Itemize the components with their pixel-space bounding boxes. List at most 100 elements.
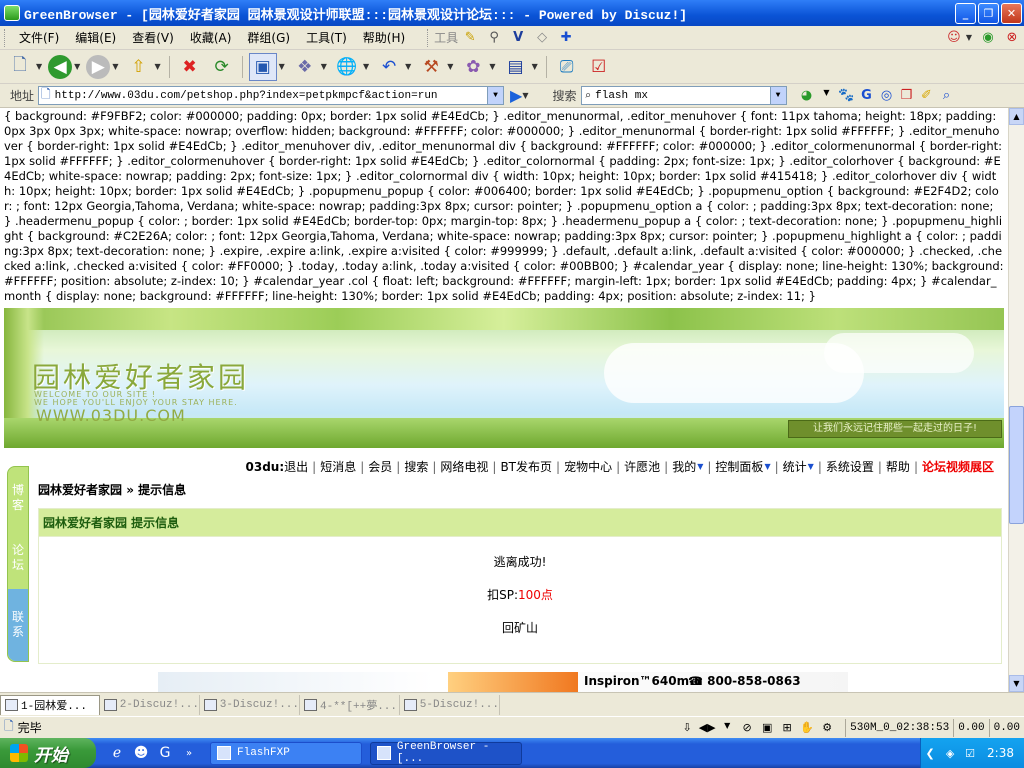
- nav-help[interactable]: 帮助: [886, 458, 910, 475]
- chevron-down-icon[interactable]: ▼: [112, 62, 118, 71]
- globe-icon[interactable]: 🌐: [333, 53, 361, 81]
- chevron-down-icon[interactable]: ▼: [321, 62, 327, 71]
- address-input[interactable]: 🗋 http://www.03du.com/petshop.php?index=…: [38, 86, 505, 105]
- side-tab-contact[interactable]: 联系: [8, 589, 28, 661]
- stop-icon[interactable]: ✖: [176, 53, 204, 81]
- nav-video-gallery[interactable]: 论坛视频展区: [922, 458, 994, 475]
- highlighter-icon[interactable]: ✐: [917, 88, 937, 103]
- chevron-down-icon[interactable]: ▼: [966, 33, 972, 42]
- eraser-icon[interactable]: ◇: [533, 29, 551, 47]
- nav-control-panel[interactable]: 控制面板: [715, 458, 763, 475]
- popup-block-icon[interactable]: ⊘: [737, 721, 757, 734]
- vertical-scrollbar[interactable]: ▲ ▼: [1008, 108, 1024, 692]
- window-icon[interactable]: ▣: [757, 721, 777, 734]
- filter-icon[interactable]: ⚲: [485, 29, 503, 47]
- plus-icon[interactable]: ✚: [557, 29, 575, 47]
- find-icon[interactable]: ⌕: [937, 88, 957, 103]
- ring-icon[interactable]: ◎: [877, 88, 897, 103]
- site-banner[interactable]: 园林爱好者家园 WELCOME TO OUR SITE ! WE HOPE YO…: [4, 308, 1004, 448]
- new-page-icon[interactable]: 🗋: [6, 53, 34, 81]
- page-viewport[interactable]: { background: #F9FBF2; color: #000000; p…: [0, 108, 1008, 692]
- chevron-down-icon[interactable]: ▼: [36, 62, 42, 71]
- back-icon[interactable]: ◀: [48, 54, 73, 79]
- user-icon[interactable]: ☺: [945, 29, 963, 47]
- nav-settings[interactable]: 系统设置: [826, 458, 874, 475]
- advertisement[interactable]: Inspiron™640m-n ☎ 800-858-0863: [158, 672, 848, 692]
- start-button[interactable]: 开始: [0, 738, 96, 768]
- sound-icon[interactable]: ◀▶: [697, 721, 717, 734]
- network-icon[interactable]: ◈: [941, 745, 959, 761]
- lock-icon[interactable]: ⊞: [777, 721, 797, 734]
- nav-my[interactable]: 我的: [672, 458, 696, 475]
- menu-help[interactable]: 帮助(H): [355, 29, 413, 46]
- search-input[interactable]: ⌕ flash mx ▼: [580, 86, 787, 105]
- nav-bt[interactable]: BT发布页: [500, 458, 552, 475]
- home-icon[interactable]: ▣: [248, 52, 277, 81]
- pen-icon[interactable]: ✎: [461, 29, 479, 47]
- chevron-down-icon[interactable]: ▼: [74, 62, 80, 71]
- chevron-down-icon[interactable]: ▼: [522, 91, 528, 100]
- menu-tools[interactable]: 工具(T): [298, 29, 355, 46]
- toolbar-grip[interactable]: [4, 28, 7, 47]
- chevron-down-icon[interactable]: ▼: [154, 62, 160, 71]
- chevron-down-icon[interactable]: ▼: [487, 87, 504, 104]
- browser-tab[interactable]: 2-Discuz!...: [100, 694, 200, 715]
- chevron-down-icon[interactable]: ▼: [279, 62, 285, 71]
- search-value[interactable]: flash mx: [591, 90, 769, 102]
- browser-tab[interactable]: 1-园林爱...: [0, 694, 100, 715]
- nav-members[interactable]: 会员: [368, 458, 392, 475]
- maximize-button[interactable]: ❐: [978, 2, 999, 24]
- scroll-down-icon[interactable]: ▼: [1009, 675, 1024, 692]
- chevron-down-icon[interactable]: ▼: [817, 88, 837, 103]
- nav-logout[interactable]: 退出: [284, 458, 308, 475]
- minimize-button[interactable]: _: [955, 2, 976, 24]
- forward-icon[interactable]: ▶: [86, 54, 111, 79]
- palette-icon[interactable]: ✿: [459, 53, 487, 81]
- browser-tab[interactable]: 4-**[++夢...: [300, 694, 400, 715]
- paw-icon[interactable]: 🐾: [837, 88, 857, 103]
- browser-tab[interactable]: 5-Discuz!...: [400, 694, 500, 715]
- menu-file[interactable]: 文件(F): [11, 29, 67, 46]
- hand-icon[interactable]: ✋: [797, 721, 817, 734]
- toolbar-grip[interactable]: [427, 28, 430, 47]
- chevron-down-icon[interactable]: ▼: [489, 62, 495, 71]
- chevron-down-icon[interactable]: ▼: [405, 62, 411, 71]
- undo-icon[interactable]: ↶: [375, 53, 403, 81]
- taskbar-item-greenbrowser[interactable]: GreenBrowser - [...: [370, 741, 522, 765]
- download-icon[interactable]: ⇩: [677, 721, 697, 734]
- scroll-thumb[interactable]: [1009, 406, 1024, 524]
- favorites-icon[interactable]: ❖: [291, 53, 319, 81]
- taskbar-item-flashfxp[interactable]: FlashFXP: [210, 741, 362, 765]
- security-icon[interactable]: ☑: [961, 745, 979, 761]
- nav-pet-center[interactable]: 宠物中心: [564, 458, 612, 475]
- menu-edit[interactable]: 编辑(E): [67, 29, 124, 46]
- stop-circle-icon[interactable]: ⊗: [1003, 29, 1021, 47]
- save-icon[interactable]: ▤: [502, 53, 530, 81]
- breadcrumb-home[interactable]: 园林爱好者家园: [38, 483, 122, 497]
- greenbrowser-icon[interactable]: G: [154, 742, 176, 764]
- side-tab-blog[interactable]: 博客: [8, 469, 28, 527]
- nav-stats[interactable]: 统计: [783, 458, 807, 475]
- arrow-left-icon[interactable]: ❮: [921, 745, 939, 761]
- chevron-down-icon[interactable]: ▼: [717, 721, 737, 734]
- chevron-down-icon[interactable]: ▼: [363, 62, 369, 71]
- screen-icon[interactable]: ⎚: [553, 53, 581, 81]
- close-button[interactable]: ✕: [1001, 2, 1022, 24]
- chevron-down-icon[interactable]: ▼: [764, 462, 770, 471]
- refresh-icon[interactable]: ⟳: [208, 53, 236, 81]
- clock[interactable]: 2:38: [987, 746, 1014, 760]
- chevron-down-icon[interactable]: ▼: [532, 62, 538, 71]
- chevron-down-icon[interactable]: ▼: [447, 62, 453, 71]
- back-to-mine-link[interactable]: 回矿山: [39, 619, 1001, 636]
- qq-icon[interactable]: ☻: [130, 742, 152, 764]
- nav-wishing-pool[interactable]: 许愿池: [624, 458, 660, 475]
- green-circle-icon[interactable]: ◉: [979, 29, 997, 47]
- ie-icon[interactable]: ℯ: [106, 742, 128, 764]
- up-folder-icon[interactable]: ⇧: [124, 53, 152, 81]
- scroll-up-icon[interactable]: ▲: [1009, 108, 1024, 125]
- chevron-down-icon[interactable]: ▼: [769, 87, 786, 104]
- nav-search[interactable]: 搜索: [404, 458, 428, 475]
- window-titlebar[interactable]: GreenBrowser - [园林爱好者家园 园林景观设计师联盟:::园林景观…: [0, 0, 1024, 26]
- chevron-right-icon[interactable]: »: [178, 742, 200, 764]
- settings-icon[interactable]: ⚙: [817, 721, 837, 734]
